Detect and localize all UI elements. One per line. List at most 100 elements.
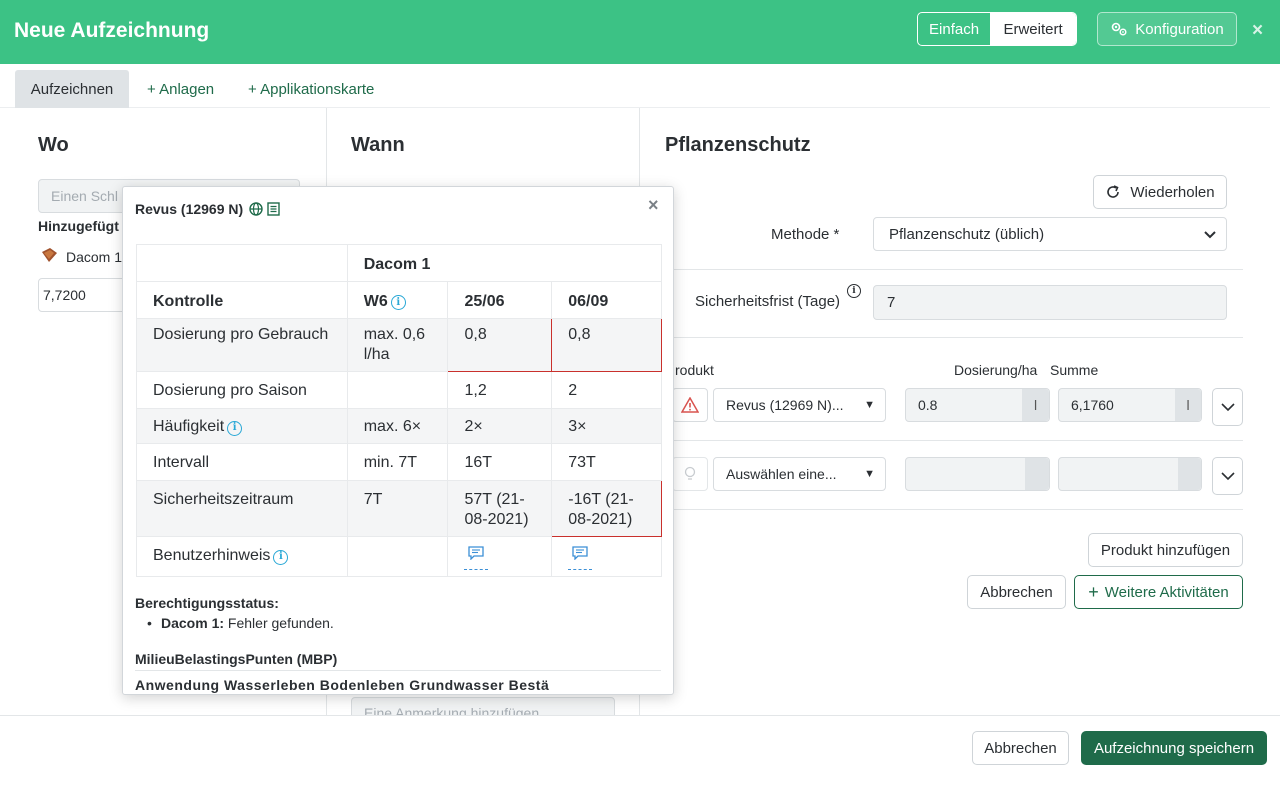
repeat-button[interactable]: Wiederholen: [1093, 175, 1227, 209]
field-icon: [40, 247, 58, 266]
close-popover-icon[interactable]: ×: [648, 195, 659, 216]
dialog-title: Neue Aufzeichnung: [14, 19, 210, 42]
product-warning-button[interactable]: [672, 388, 708, 422]
sum-unit-2: [1178, 458, 1201, 490]
when-title: Wann: [351, 134, 405, 156]
table-header-row: Kontrolle W6 i 25/06 06/09: [136, 281, 662, 319]
tab-record[interactable]: Aufzeichnen: [15, 70, 129, 108]
field-name: Dacom 1: [66, 249, 123, 265]
product-hint-button[interactable]: [672, 457, 708, 491]
row-limit: 7T: [346, 480, 449, 537]
info-icon[interactable]: i: [390, 295, 406, 310]
caret-down-icon: ▼: [864, 468, 875, 480]
mode-switch: Einfach Erweitert: [917, 12, 1077, 46]
close-dialog-icon[interactable]: ×: [1252, 20, 1263, 42]
table-row: Dosierung pro Saison 1,2 2: [136, 371, 662, 409]
column-header-date-1: 25/06: [447, 281, 553, 319]
product-column-label: rodukt: [675, 362, 714, 378]
safety-period-value: 7: [887, 294, 896, 311]
safety-period-label: Sicherheitsfrist (Tage): [695, 293, 841, 310]
crop-protection-title: Pflanzenschutz: [665, 134, 811, 156]
table-row: Dosierung pro Gebrauch max. 0,6 l/ha 0,8…: [136, 318, 662, 372]
row-label: Benutzerhinweis: [153, 547, 271, 564]
mode-simple-button[interactable]: Einfach: [918, 13, 990, 45]
info-icon[interactable]: i: [847, 284, 861, 298]
added-fields-label: Hinzugefügt: [38, 218, 119, 234]
row-value: 2×: [447, 408, 553, 444]
info-icon[interactable]: i: [273, 549, 289, 565]
comment-icon[interactable]: [568, 546, 593, 570]
table-row: Benutzerhinweis i: [136, 536, 662, 577]
user-note-cell: [551, 536, 662, 577]
sum-unit-1: l: [1175, 389, 1201, 421]
add-product-button[interactable]: Produkt hinzufügen: [1088, 533, 1243, 567]
method-label: Methode *: [771, 226, 840, 243]
row-limit: [346, 536, 449, 577]
divider: [665, 269, 1243, 270]
configuration-button[interactable]: Konfiguration: [1097, 12, 1237, 46]
table-row: Häufigkeit i max. 6× 2× 3×: [136, 408, 662, 444]
expand-product-1-button[interactable]: [1212, 388, 1243, 426]
globe-icon[interactable]: [249, 202, 263, 216]
chevron-down-icon: [1204, 231, 1216, 239]
more-activities-button[interactable]: + Weitere Aktivitäten: [1074, 575, 1243, 609]
field-header: Dacom 1: [346, 244, 663, 282]
divider: [665, 337, 1243, 338]
row-value: 73T: [551, 443, 662, 481]
dialog-header: Neue Aufzeichnung Einfach Erweitert Konf…: [0, 0, 1280, 64]
row-label: Häufigkeit: [153, 418, 225, 435]
row-limit: [346, 371, 449, 409]
more-activities-label: Weitere Aktivitäten: [1104, 583, 1229, 601]
empty-header-cell: [136, 244, 348, 282]
row-value-error: 0,8: [447, 318, 553, 372]
method-select[interactable]: Pflanzenschutz (üblich): [873, 217, 1227, 251]
gears-icon: [1111, 22, 1127, 36]
row-value-error: 0,8: [551, 318, 662, 372]
dose-column-label: Dosierung/ha: [954, 362, 1038, 378]
tab-application-map[interactable]: + Applikationskarte: [248, 70, 374, 108]
area-value: 7,7200: [43, 287, 86, 303]
info-icon[interactable]: i: [227, 420, 243, 436]
column-header-date-2: 06/09: [551, 281, 662, 319]
mbp-table-header: Anwendung Wasserleben Bodenleben Grundwa…: [135, 677, 550, 693]
product-1-value: Revus (12969 N)...: [726, 397, 844, 413]
safety-period-input[interactable]: 7: [873, 285, 1227, 320]
row-value: 2: [551, 371, 662, 409]
status-field-name: Dacom 1:: [161, 615, 225, 631]
mbp-heading: MilieuBelastingsPunten (MBP): [135, 651, 338, 667]
status-text: Fehler gefunden.: [227, 615, 334, 631]
chevron-down-icon: [1220, 402, 1235, 411]
row-limit: min. 7T: [346, 443, 449, 481]
dose-1-value: 0.8: [918, 397, 938, 413]
table-header-field-row: Dacom 1: [136, 244, 663, 282]
divider: [665, 440, 1243, 441]
dose-unit-2: [1025, 458, 1049, 490]
column-header-control: Kontrolle: [136, 281, 348, 319]
expand-product-2-button[interactable]: [1212, 457, 1243, 495]
row-label-cell: Häufigkeit i: [136, 408, 348, 444]
row-label: Dosierung pro Saison: [136, 371, 348, 409]
where-title: Wo: [38, 134, 69, 156]
comment-icon[interactable]: [464, 546, 489, 570]
configuration-label: Konfiguration: [1135, 20, 1224, 38]
row-label: Dosierung pro Gebrauch: [136, 318, 348, 372]
row-label: Intervall: [136, 443, 348, 481]
row-value: 3×: [551, 408, 662, 444]
mode-advanced-button[interactable]: Erweitert: [990, 13, 1076, 45]
row-value: 57T (21-08-2021): [447, 480, 553, 537]
column-header-week: W6 i: [346, 281, 449, 319]
refresh-icon: [1107, 185, 1120, 198]
sum-1-value: 6,1760: [1071, 397, 1114, 413]
product-check-popover: Revus (12969 N) × Dacom 1 Kontrolle W6 i …: [122, 186, 674, 695]
tab-attachments[interactable]: + Anlagen: [147, 70, 214, 108]
save-record-button[interactable]: Aufzeichnung speichern: [1081, 731, 1267, 765]
popover-title: Revus (12969 N): [135, 201, 280, 217]
divider: [665, 509, 1243, 510]
row-label: Sicherheitszeitraum: [136, 480, 348, 537]
cancel-activity-button[interactable]: Abbrechen: [967, 575, 1066, 609]
cancel-button[interactable]: Abbrechen: [972, 731, 1069, 765]
product-select-1[interactable]: Revus (12969 N)... ▼: [713, 388, 886, 422]
row-limit: max. 0,6 l/ha: [346, 318, 449, 372]
document-icon[interactable]: [267, 202, 280, 216]
product-select-2[interactable]: Auswählen eine... ▼: [713, 457, 886, 491]
